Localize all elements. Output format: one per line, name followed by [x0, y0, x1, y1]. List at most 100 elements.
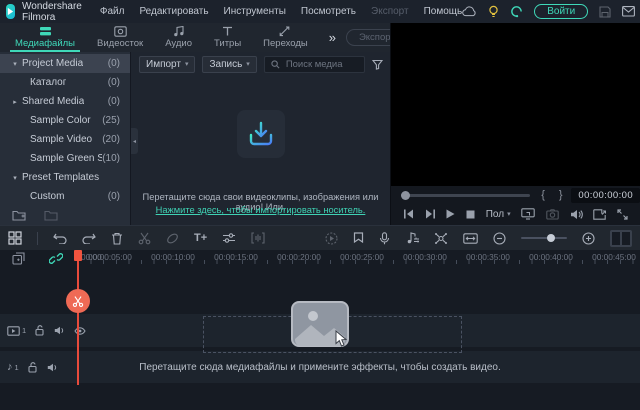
search-icon: [271, 60, 280, 69]
adjust-sliders-icon[interactable]: [222, 232, 236, 244]
sidebar-item-sample-video[interactable]: Sample Video (20): [0, 130, 130, 149]
menu-help[interactable]: Помощь: [424, 6, 463, 17]
next-frame-button[interactable]: [425, 209, 436, 219]
scrub-row: { } 00:00:00:00: [391, 188, 640, 202]
tab-titles-label: Титры: [214, 38, 241, 49]
tab-media[interactable]: Медиафайлы: [4, 23, 86, 52]
cloud-icon[interactable]: [462, 6, 477, 17]
media-search[interactable]: [264, 56, 365, 73]
auto-ripple-link-icon[interactable]: [49, 252, 63, 265]
menu-export: Экспорт: [371, 6, 409, 17]
redo-icon[interactable]: [82, 232, 96, 244]
add-text-tool[interactable]: T+: [194, 232, 207, 244]
app-title: Wondershare Filmora: [22, 1, 82, 23]
media-library-sidebar: ▾ Project Media (0) Каталог (0) ▸ Shared…: [0, 52, 130, 225]
ruler-ticks: [78, 260, 640, 264]
delete-icon[interactable]: [111, 232, 123, 245]
tab-transitions[interactable]: Переходы: [252, 23, 319, 52]
edit-toolbar: T+: [0, 225, 640, 250]
eye-visibility-icon[interactable]: [74, 327, 86, 335]
menu-file[interactable]: Файл: [100, 6, 125, 17]
chevron-down-icon: ▾: [185, 60, 189, 68]
lightbulb-icon[interactable]: [488, 5, 499, 18]
lock-icon[interactable]: [35, 325, 45, 336]
import-media-link[interactable]: Нажмите здесь, чтобы импортировать носит…: [131, 205, 390, 215]
prev-frame-button[interactable]: [403, 209, 414, 219]
zoom-slider-thumb[interactable]: [547, 234, 555, 242]
mark-out-button[interactable]: }: [552, 189, 570, 201]
expander-icon[interactable]: ▾: [8, 174, 22, 182]
stop-button[interactable]: [466, 210, 475, 219]
play-button[interactable]: [446, 209, 455, 219]
video-viewport: [391, 23, 640, 186]
record-button[interactable]: Запись ▾: [202, 56, 256, 73]
sidebar-item-preset-templates[interactable]: ▾ Preset Templates: [0, 168, 130, 187]
filmora-window: Wondershare Filmora Файл Редактировать И…: [0, 0, 640, 410]
undo-icon[interactable]: [53, 232, 67, 244]
feedback-mail-icon[interactable]: [622, 6, 635, 17]
sidebar-item-shared-media[interactable]: ▸ Shared Media (0): [0, 92, 130, 111]
menu-bar: Файл Редактировать Инструменты Посмотрет…: [100, 6, 462, 17]
chevron-down-icon: ▾: [246, 60, 250, 68]
seek-bar[interactable]: [401, 194, 530, 197]
playhead-split-button[interactable]: [66, 289, 90, 313]
mute-speaker-icon[interactable]: [54, 326, 65, 335]
titlebar: Wondershare Filmora Файл Редактировать И…: [0, 0, 640, 23]
tab-audio[interactable]: Аудио: [154, 23, 203, 52]
zoom-out-icon[interactable]: [493, 232, 506, 245]
expander-icon[interactable]: ▸: [8, 98, 22, 106]
fullscreen-icon[interactable]: [617, 209, 628, 220]
more-tabs-chevron[interactable]: »: [319, 30, 346, 45]
layout-grid-icon[interactable]: [8, 231, 22, 245]
media-panel: Импорт ▾ Запись ▾: [130, 52, 390, 225]
filter-icon[interactable]: [372, 59, 383, 70]
crop-icon: [166, 232, 179, 245]
sidebar-item-catalog[interactable]: Каталог (0): [0, 73, 130, 92]
mark-in-button[interactable]: {: [534, 189, 552, 201]
expander-icon[interactable]: ▾: [8, 60, 22, 68]
timeline-panel: 00:00 00:00:05:00 00:00:10:00 00:00:15:0…: [0, 250, 640, 410]
menu-view[interactable]: Посмотреть: [301, 6, 356, 17]
menu-tools[interactable]: Инструменты: [224, 6, 286, 17]
timeline-zoom-slider[interactable]: [521, 237, 567, 239]
tab-titles[interactable]: Титры: [203, 23, 252, 52]
audio-mixer-icon[interactable]: [405, 232, 419, 244]
login-button[interactable]: Войти: [534, 4, 588, 19]
export-frame-icon[interactable]: [593, 209, 606, 220]
timeline-hint-text: Перетащите сюда медиафайлы и примените э…: [0, 362, 640, 373]
video-track-header: 1: [0, 314, 78, 347]
timecode-display: 00:00:00:00: [571, 188, 640, 203]
titlebar-actions: Войти – ×: [462, 4, 640, 19]
sidebar-item-project-media[interactable]: ▾ Project Media (0): [0, 54, 130, 73]
support-headset-icon[interactable]: [510, 5, 523, 18]
split-scissors-icon: [138, 232, 151, 245]
fit-timeline-icon[interactable]: [463, 233, 478, 244]
sidebar-footer: [0, 209, 58, 221]
tab-stock[interactable]: Видеосток: [86, 23, 154, 52]
track-panes-toggle[interactable]: [610, 230, 632, 247]
tab-audio-label: Аудио: [165, 38, 192, 49]
playhead-handle[interactable]: [74, 250, 82, 261]
audio-sync-icon: [251, 232, 265, 244]
seek-handle[interactable]: [401, 191, 410, 200]
import-button[interactable]: Импорт ▾: [139, 56, 195, 73]
volume-icon[interactable]: [570, 209, 583, 220]
snapshot-camera-icon: [546, 209, 559, 220]
quality-dropdown[interactable]: Пол ▾: [486, 209, 511, 220]
voiceover-mic-icon[interactable]: [379, 232, 390, 245]
new-folder-icon[interactable]: [12, 209, 26, 221]
zoom-in-icon[interactable]: [582, 232, 595, 245]
import-drop-tile[interactable]: [237, 110, 285, 158]
toolbar-divider: [37, 232, 38, 245]
duplicate-icon[interactable]: [12, 252, 25, 265]
sidebar-item-custom[interactable]: Custom (0): [0, 187, 130, 206]
render-preview-icon: [325, 232, 338, 245]
collapse-panel-handle[interactable]: ◂: [131, 128, 138, 154]
search-input[interactable]: [284, 58, 358, 71]
keyframe-icon[interactable]: [434, 232, 448, 245]
second-display-icon[interactable]: [521, 208, 535, 220]
sidebar-item-sample-green-screen[interactable]: Sample Green Scre... (10): [0, 149, 130, 168]
menu-edit[interactable]: Редактировать: [139, 6, 208, 17]
sidebar-item-sample-color[interactable]: Sample Color (25): [0, 111, 130, 130]
marker-icon[interactable]: [353, 232, 364, 245]
